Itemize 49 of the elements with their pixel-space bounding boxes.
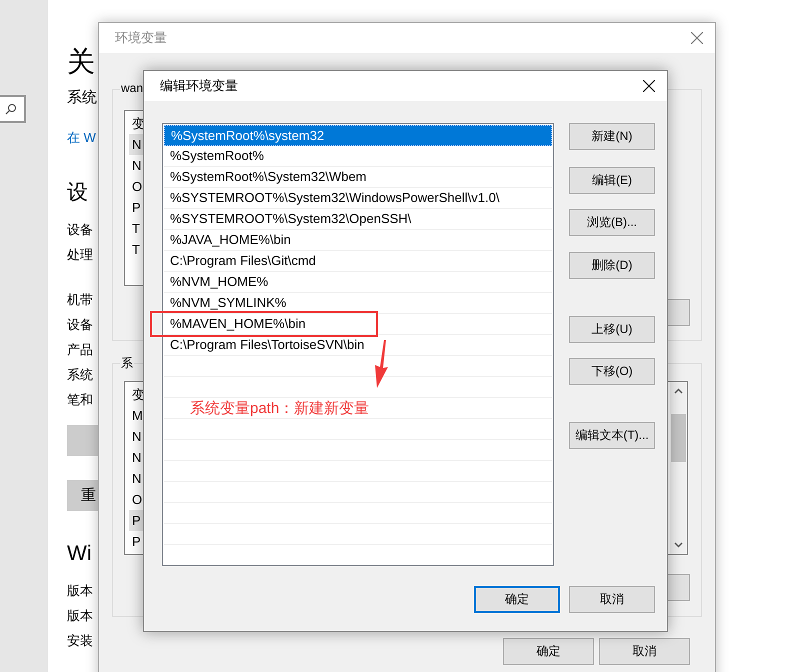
section-heading: 设 xyxy=(67,180,88,206)
side-button[interactable]: 编辑文本(T)... xyxy=(569,422,655,449)
path-entry[interactable]: C:\Program Files\Git\cmd xyxy=(170,251,316,271)
search-icon xyxy=(5,103,17,115)
path-entry[interactable]: %NVM_SYMLINK% xyxy=(170,293,286,313)
path-entry[interactable]: %NVM_HOME% xyxy=(170,272,268,292)
side-button[interactable]: 浏览(B)... xyxy=(569,209,655,236)
setting-label: 产品 xyxy=(67,341,93,359)
setting-label: 版本 xyxy=(67,582,93,600)
path-entry[interactable]: %SYSTEMROOT%\System32\WindowsPowerShell\v1.0\ xyxy=(170,188,500,208)
scroll-thumb[interactable] xyxy=(671,414,686,462)
setting-label: 版本 xyxy=(67,607,93,625)
path-entry[interactable]: %SystemRoot%\System32\Wbem xyxy=(170,167,367,187)
side-button[interactable]: 下移(O) xyxy=(569,358,655,385)
dialog-button[interactable]: 取消 xyxy=(569,586,655,613)
search-field[interactable] xyxy=(0,95,26,123)
settings-button[interactable]: 重 xyxy=(67,480,98,511)
settings-link[interactable]: 在 W xyxy=(67,129,96,147)
dialog-button[interactable]: 取消 xyxy=(599,638,690,665)
path-entry[interactable]: %MAVEN_HOME%\bin xyxy=(170,314,306,334)
scroll-down-icon[interactable] xyxy=(674,542,683,548)
side-button[interactable]: 新建(N) xyxy=(569,123,655,150)
section-heading: Wi xyxy=(67,541,92,567)
path-entry[interactable]: %SystemRoot% xyxy=(170,146,264,166)
path-entry[interactable]: %SYSTEMROOT%\System32\OpenSSH\ xyxy=(170,209,412,229)
setting-label: 系统 xyxy=(67,366,93,384)
setting-label: 机带 xyxy=(67,291,93,309)
dialog-button[interactable]: 确定 xyxy=(503,638,594,665)
path-entry[interactable]: %SystemRoot%\system32 xyxy=(164,125,552,146)
window-title: 环境变量 xyxy=(115,29,167,47)
setting-label: 笔和 xyxy=(67,391,93,409)
page-title: 关 xyxy=(67,45,95,79)
setting-label: 安装 xyxy=(67,632,93,650)
dialog-title: 编辑环境变量 xyxy=(160,77,238,95)
side-button[interactable]: 编辑(E) xyxy=(569,167,655,194)
side-button[interactable]: 上移(U) xyxy=(569,316,655,343)
annotation-text: 系统变量path：新建新变量 xyxy=(190,399,370,418)
setting-label: 设备 xyxy=(67,316,93,334)
setting-label: 设备 xyxy=(67,221,93,239)
section-title: 系统 xyxy=(67,88,97,108)
path-entry[interactable]: %JAVA_HOME%\bin xyxy=(170,230,291,250)
side-button[interactable]: 删除(D) xyxy=(569,252,655,279)
dialog-button[interactable]: 确定 xyxy=(474,586,560,613)
scrollbar[interactable] xyxy=(670,382,687,554)
path-entry[interactable]: C:\Program Files\TortoiseSVN\bin xyxy=(170,335,364,355)
setting-label: 处理 xyxy=(67,246,93,264)
scroll-up-icon[interactable] xyxy=(674,388,683,394)
arrow-icon xyxy=(372,340,390,388)
close-icon[interactable] xyxy=(643,80,655,92)
